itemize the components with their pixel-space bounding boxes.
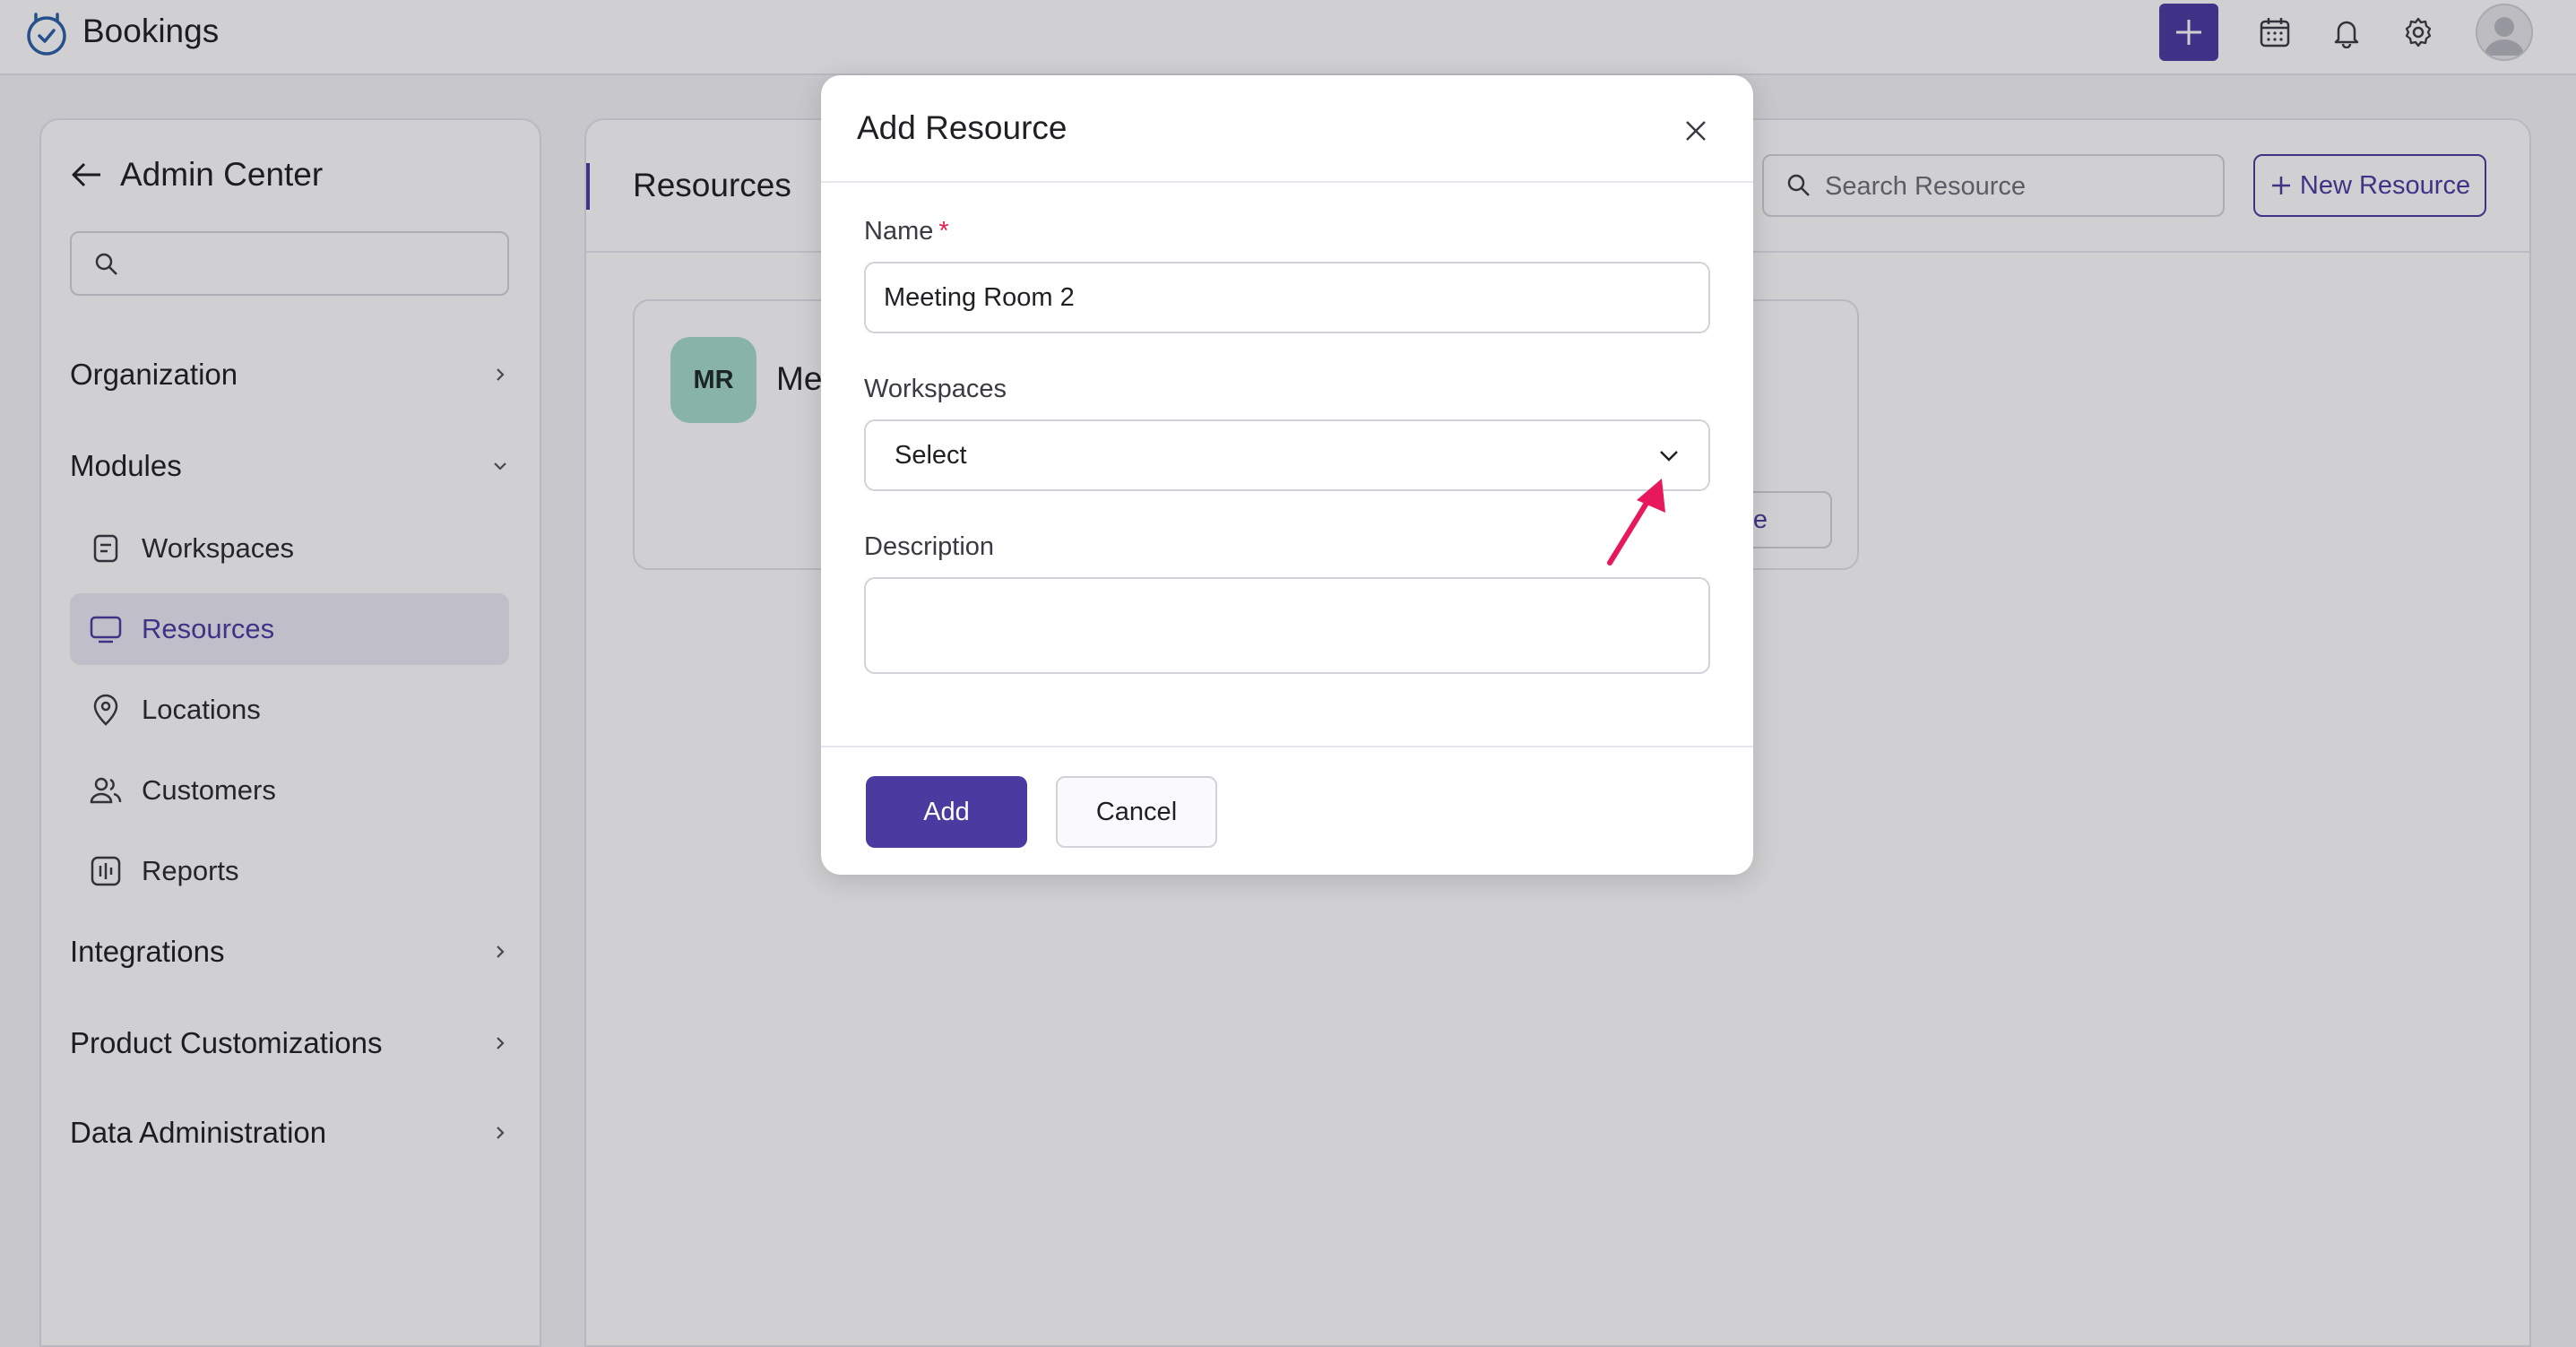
close-button[interactable] [1674,109,1717,152]
app-window: Bookings Admin Center Organization Modul… [0,0,2576,1347]
workspaces-value: Select [895,441,967,470]
annotation-arrow-icon [1607,479,1665,566]
workspaces-label: Workspaces [864,375,1007,403]
name-value: Meeting Room 2 [884,283,1075,312]
description-label: Description [864,532,995,561]
dialog-title: Add Resource [857,109,1068,146]
dialog-footer-divider [821,746,1753,747]
name-label: Name * [864,217,949,246]
description-field[interactable] [864,577,1710,674]
name-field[interactable]: Meeting Room 2 [864,262,1710,333]
required-mark: * [938,217,949,246]
name-label-text: Name [864,217,934,246]
add-button[interactable]: Add [866,776,1027,848]
cancel-button[interactable]: Cancel [1056,776,1217,848]
dialog-header: Add Resource [821,75,1753,183]
close-icon [1686,121,1706,141]
workspaces-select[interactable]: Select [864,419,1710,491]
